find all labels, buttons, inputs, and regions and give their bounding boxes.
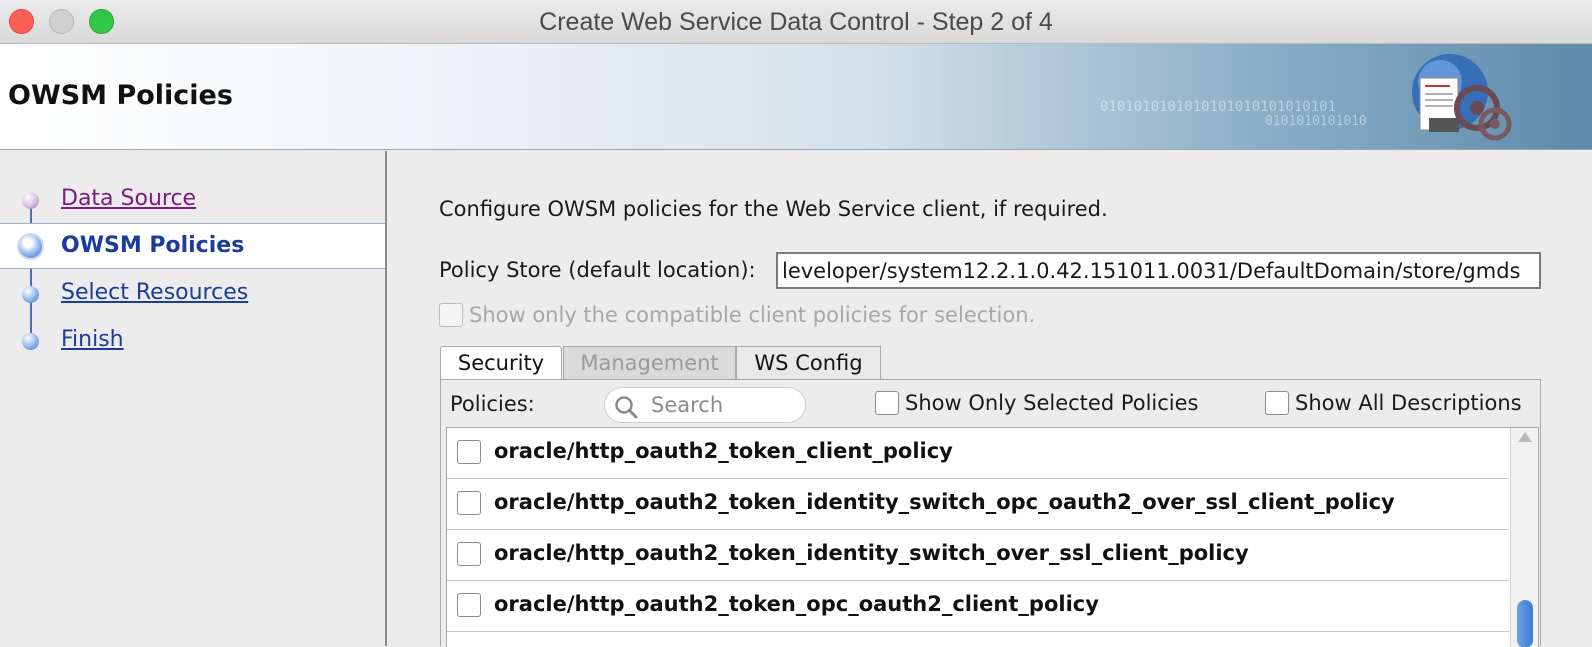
nav-step-finish[interactable]: Finish xyxy=(0,318,385,364)
policies-label: Policies: xyxy=(450,392,535,416)
web-service-wizard-icon xyxy=(1412,54,1512,141)
wizard-steps-nav: Data Source OWSM Policies Select Resourc… xyxy=(0,151,387,646)
show-all-descriptions-checkbox[interactable]: Show All Descriptions xyxy=(1265,391,1522,415)
nav-step-label: Data Source xyxy=(61,186,197,211)
banner-binary-text-2: 0101010101010 xyxy=(1265,114,1367,129)
wizard-header-banner: OWSM Policies 01010101010101010101010101… xyxy=(0,44,1592,150)
nav-step-label: Select Resources xyxy=(61,280,249,305)
banner-binary-text: 0101010101010101010101010101 xyxy=(1100,99,1337,115)
tab-security[interactable]: Security xyxy=(440,346,562,380)
nav-step-label: Finish xyxy=(61,327,124,352)
nav-step-label: OWSM Policies xyxy=(61,233,245,258)
page-title: OWSM Policies xyxy=(8,80,233,111)
compatible-policies-checkbox: Show only the compatible client policies… xyxy=(439,303,1035,333)
title-bar: Create Web Service Data Control - Step 2… xyxy=(0,0,1592,44)
step-icon xyxy=(22,286,39,303)
nav-step-owsm-policies[interactable]: OWSM Policies xyxy=(0,223,385,269)
security-policies-panel: Policies: Show Only Selected Policies Sh… xyxy=(440,379,1541,647)
policy-checkbox[interactable] xyxy=(457,440,481,464)
policy-store-field[interactable]: leveloper/system12.2.1.0.42.151011.0031/… xyxy=(776,252,1541,289)
checkbox[interactable] xyxy=(875,391,899,415)
show-all-descriptions-label: Show All Descriptions xyxy=(1295,391,1522,415)
policy-store-label: Policy Store (default location): xyxy=(439,258,756,282)
search-icon xyxy=(615,396,638,419)
policy-row[interactable]: oracle/http_oauth2_token_identity_switch… xyxy=(447,479,1509,530)
compatible-policies-label: Show only the compatible client policies… xyxy=(469,303,1036,327)
show-only-selected-checkbox[interactable]: Show Only Selected Policies xyxy=(875,391,1199,415)
checkbox[interactable] xyxy=(1265,391,1289,415)
policy-row[interactable]: oracle/http_oauth2_token_identity_switch… xyxy=(447,530,1509,581)
scroll-up-arrow-icon[interactable] xyxy=(1518,432,1532,442)
policy-name: oracle/http_oauth2_token_client_policy xyxy=(494,439,953,463)
checkbox-disabled xyxy=(439,303,463,327)
window-title: Create Web Service Data Control - Step 2… xyxy=(539,8,1053,36)
tab-management: Management xyxy=(563,346,736,380)
policy-checkbox[interactable] xyxy=(457,491,481,515)
policy-name: oracle/http_oauth2_token_opc_oauth2_clie… xyxy=(494,592,1099,616)
show-only-selected-label: Show Only Selected Policies xyxy=(905,391,1199,415)
policy-checkbox[interactable] xyxy=(457,593,481,617)
step-current-icon xyxy=(19,235,42,258)
policies-list: oracle/http_oauth2_token_client_policy o… xyxy=(446,427,1539,647)
main-content: Configure OWSM policies for the Web Serv… xyxy=(389,151,1592,647)
policy-name: oracle/http_oauth2_token_identity_switch… xyxy=(494,541,1249,565)
scroll-thumb[interactable] xyxy=(1517,600,1533,647)
intro-text: Configure OWSM policies for the Web Serv… xyxy=(439,197,1108,221)
step-visited-icon xyxy=(22,192,39,209)
policy-checkbox[interactable] xyxy=(457,542,481,566)
nav-step-select-resources[interactable]: Select Resources xyxy=(0,271,385,317)
search-input[interactable] xyxy=(649,392,799,418)
policy-row[interactable]: oracle/http_oauth2_token_client_policy xyxy=(447,428,1509,479)
list-scrollbar[interactable] xyxy=(1510,428,1538,647)
step-icon xyxy=(22,333,39,350)
nav-step-data-source[interactable]: Data Source xyxy=(0,177,385,223)
tab-ws-config[interactable]: WS Config xyxy=(736,346,881,380)
policy-row[interactable]: oracle/http_oauth2_token_opc_oauth2_clie… xyxy=(447,581,1509,632)
policy-search-box[interactable] xyxy=(604,387,806,423)
policy-name: oracle/http_oauth2_token_identity_switch… xyxy=(494,490,1395,514)
